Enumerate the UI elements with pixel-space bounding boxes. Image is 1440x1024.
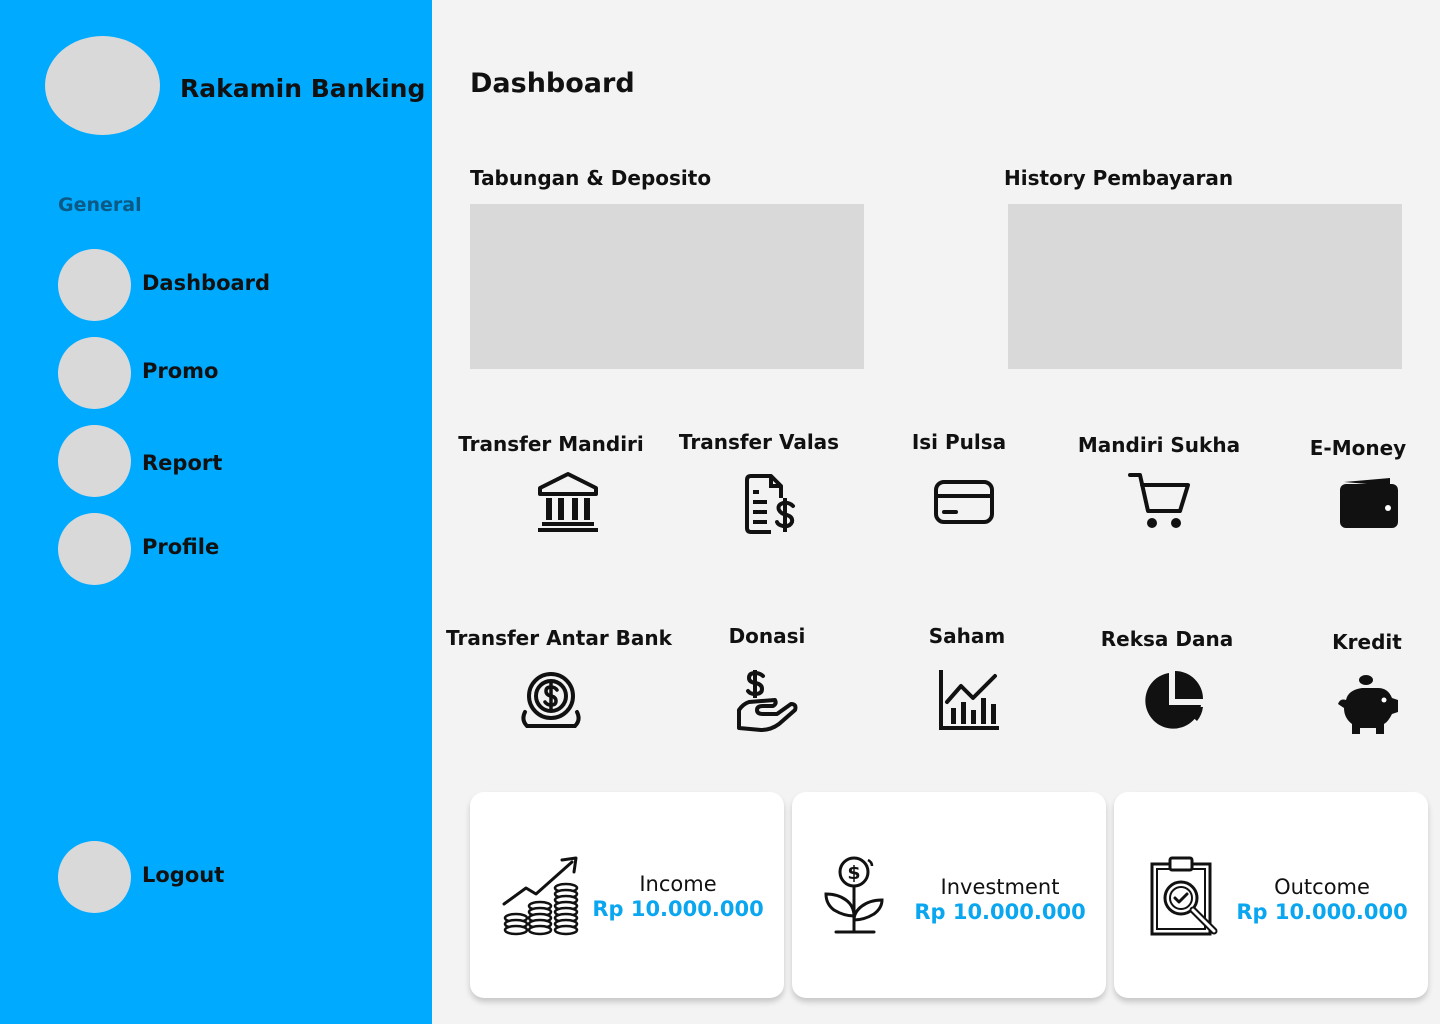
tabungan-deposito-card[interactable]: [470, 204, 864, 369]
sidebar-item-label: Profile: [142, 535, 220, 559]
sidebar-item-profile[interactable]: Profile: [58, 513, 388, 585]
income-label: Income: [639, 872, 717, 896]
investment-card[interactable]: $ Investment Rp 10.000.000: [792, 792, 1106, 998]
investment-value: Rp 10.000.000: [914, 900, 1086, 924]
sidebar-item-label: Dashboard: [142, 271, 271, 295]
logout-label: Logout: [142, 863, 225, 887]
sidebar: Rakamin Banking General Dashboard Promo …: [0, 0, 432, 1024]
sidebar-item-label: Report: [142, 451, 223, 475]
logout-button[interactable]: Logout: [58, 841, 388, 913]
logout-icon: [58, 841, 131, 913]
menu-label: Transfer Mandiri: [458, 432, 644, 456]
report-icon: [58, 425, 131, 497]
sidebar-item-promo[interactable]: Promo: [58, 337, 388, 409]
plant-money-icon: $: [818, 854, 902, 938]
card-title-tabungan: Tabungan & Deposito: [470, 166, 712, 190]
coin-dollar-icon: [519, 668, 583, 732]
coins-growth-icon: [500, 854, 584, 938]
sidebar-item-label: Promo: [142, 359, 219, 383]
menu-label: Kredit: [1332, 630, 1402, 654]
page-title: Dashboard: [470, 68, 635, 99]
stock-chart-icon: [937, 668, 1001, 732]
outcome-card[interactable]: Outcome Rp 10.000.000: [1114, 792, 1428, 998]
brand-logo: [45, 36, 160, 135]
menu-label: Transfer Antar Bank: [446, 626, 672, 650]
invoice-dollar-icon: [737, 472, 801, 536]
investment-label: Investment: [940, 875, 1060, 899]
dashboard-icon: [58, 249, 131, 321]
shopping-cart-icon: [1128, 469, 1192, 533]
sidebar-item-report[interactable]: Report: [58, 425, 388, 497]
outcome-value: Rp 10.000.000: [1236, 900, 1408, 924]
pie-chart-icon: [1141, 669, 1205, 733]
menu-kredit[interactable]: Kredit: [1247, 628, 1440, 748]
clipboard-search-icon: [1148, 854, 1232, 938]
sidebar-item-dashboard[interactable]: Dashboard: [58, 249, 388, 321]
history-pembayaran-card[interactable]: [1008, 204, 1402, 369]
svg-text:$: $: [847, 862, 860, 884]
promo-icon: [58, 337, 131, 409]
profile-icon: [58, 513, 131, 585]
brand-name: Rakamin Banking: [180, 74, 426, 103]
wallet-icon: [1336, 472, 1400, 536]
credit-card-icon: [932, 470, 996, 534]
bank-icon: [536, 470, 600, 534]
hand-dollar-icon: [735, 670, 799, 734]
menu-transfer-mandiri[interactable]: Transfer Mandiri: [431, 430, 671, 550]
menu-transfer-antar-bank[interactable]: Transfer Antar Bank: [439, 624, 679, 744]
menu-e-money[interactable]: E-Money: [1238, 434, 1440, 554]
sidebar-section-label: General: [58, 194, 142, 216]
piggy-bank-icon: [1336, 672, 1400, 736]
menu-label: E-Money: [1309, 436, 1407, 460]
income-value: Rp 10.000.000: [592, 897, 764, 921]
outcome-label: Outcome: [1274, 875, 1370, 899]
income-card[interactable]: Income Rp 10.000.000: [470, 792, 784, 998]
card-title-history: History Pembayaran: [1004, 166, 1234, 190]
